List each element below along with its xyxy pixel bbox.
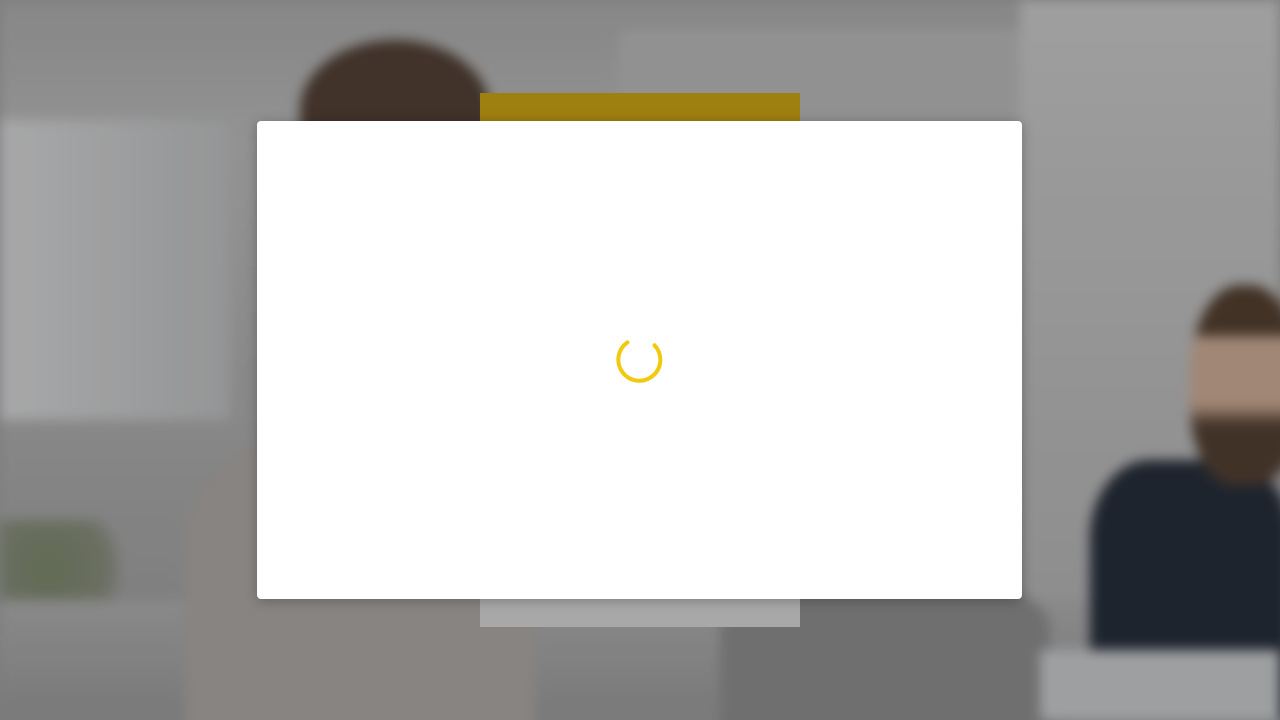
loading-modal	[257, 121, 1022, 599]
loading-spinner-icon	[616, 340, 663, 383]
page	[0, 0, 1280, 720]
spinner-arc	[616, 340, 663, 383]
